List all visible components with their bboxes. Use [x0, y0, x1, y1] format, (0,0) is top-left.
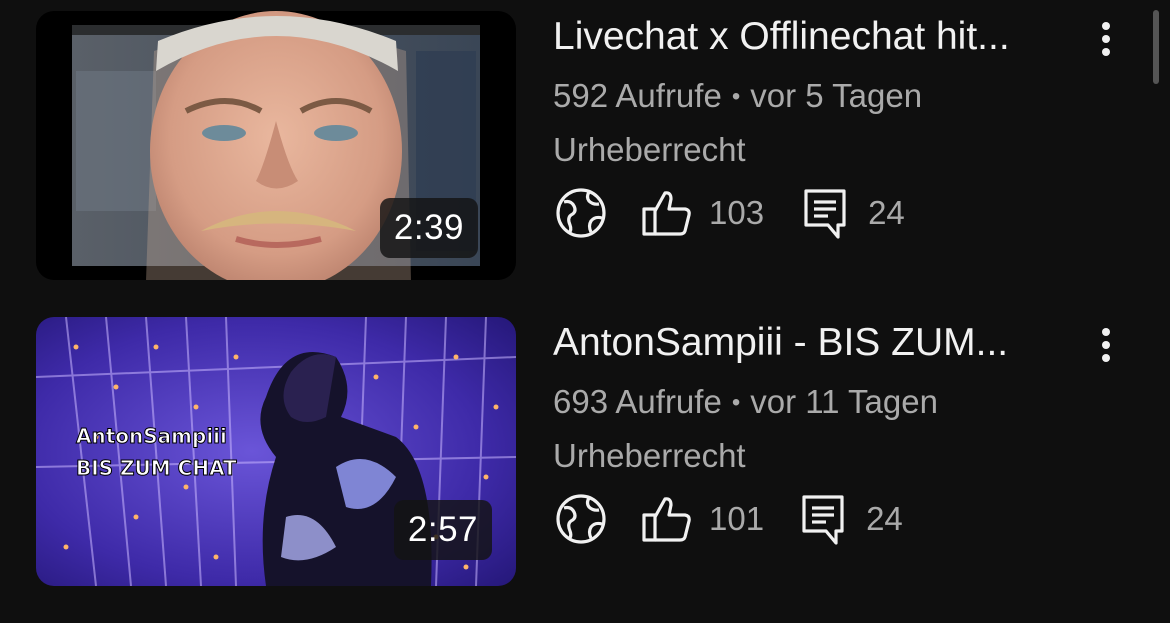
video-thumbnail[interactable]: AntonSampiii BIS ZUM CHAT 2:57 [36, 317, 516, 586]
comment-icon[interactable] [798, 185, 854, 241]
restriction-label: Urheberrecht [553, 437, 746, 474]
video-item[interactable]: AntonSampiii BIS ZUM CHAT 2:57 AntonSamp… [0, 306, 1170, 586]
duration-badge: 2:39 [379, 198, 478, 258]
video-title[interactable]: AntonSampiii - BIS ZUM... [553, 318, 1073, 368]
upload-age: vor 5 Tagen [750, 77, 923, 114]
view-count: 592 Aufrufe [553, 77, 722, 114]
meta-separator: • [731, 389, 741, 416]
video-thumbnail[interactable]: 2:39 [36, 11, 516, 280]
thumbnail-text: AntonSampiii [76, 424, 227, 448]
duration-badge: 2:57 [393, 500, 492, 560]
comment-count: 24 [866, 500, 903, 537]
meta-separator: • [731, 83, 741, 110]
restriction-label: Urheberrecht [553, 131, 746, 168]
video-title[interactable]: Livechat x Offlinechat hit... [553, 12, 1073, 62]
scrollbar[interactable] [1153, 10, 1159, 84]
comment-icon[interactable] [796, 491, 852, 547]
video-item[interactable]: 2:39 Livechat x Offlinechat hit... 592 A… [0, 0, 1170, 280]
thumbs-up-icon[interactable] [639, 491, 695, 547]
thumbs-up-icon[interactable] [639, 185, 695, 241]
video-list: 2:39 Livechat x Offlinechat hit... 592 A… [0, 0, 1170, 623]
more-vert-icon[interactable] [1088, 14, 1124, 64]
video-meta: 693 Aufrufe • vor 11 Tagen [553, 380, 938, 425]
globe-icon[interactable] [553, 491, 609, 547]
like-count: 103 [709, 194, 765, 231]
globe-icon[interactable] [553, 185, 609, 241]
thumbnail-text: BIS ZUM CHAT [76, 456, 237, 480]
comment-count: 24 [868, 194, 905, 231]
video-meta: 592 Aufrufe • vor 5 Tagen [553, 74, 922, 119]
view-count: 693 Aufrufe [553, 383, 722, 420]
upload-age: vor 11 Tagen [750, 383, 938, 420]
video-stats: 103 24 [553, 184, 905, 242]
video-stats: 101 24 [553, 490, 903, 548]
more-vert-icon[interactable] [1088, 320, 1124, 370]
like-count: 101 [709, 500, 765, 537]
